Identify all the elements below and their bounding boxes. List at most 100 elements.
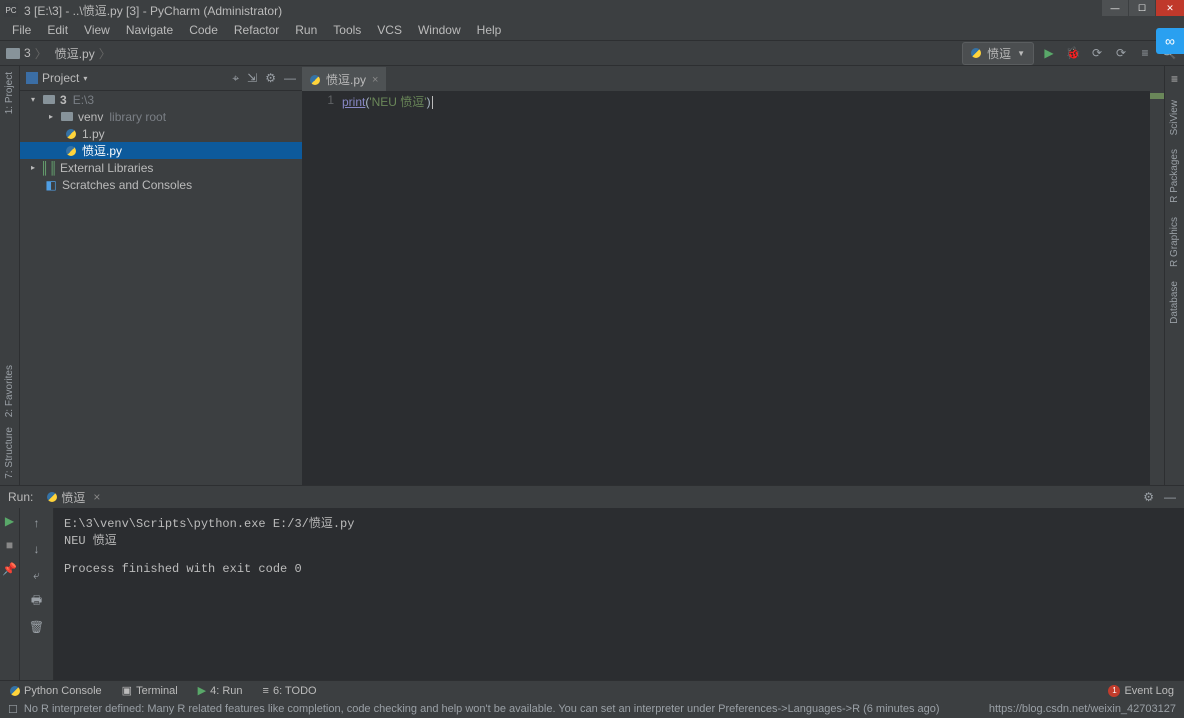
folder-icon — [43, 95, 55, 104]
print-icon[interactable]: 🖶 — [27, 592, 47, 610]
tab-run[interactable]: ▶ 4: Run — [198, 684, 243, 697]
run-left-gutter: ▶ ■ 📌 — [0, 508, 20, 680]
run-config-select[interactable]: 愤逗 ▼ — [962, 42, 1034, 65]
rerun-button[interactable]: ▶ — [5, 514, 14, 528]
db-icon[interactable]: ≡ — [1171, 72, 1178, 86]
stop-button[interactable]: ■ — [6, 538, 13, 552]
toolwin-favorites[interactable]: 2: Favorites — [4, 365, 15, 417]
tree-root[interactable]: ▾ 3 E:\3 — [20, 91, 302, 108]
project-title[interactable]: Project — [42, 71, 79, 85]
tab-label: Terminal — [136, 685, 178, 697]
line-number: 1 — [302, 93, 334, 107]
quick-access-icon[interactable]: ☐ — [8, 703, 18, 716]
tab-close-icon[interactable]: × — [372, 74, 378, 86]
run-header: Run: 愤逗 × ⚙ — — [0, 486, 1184, 508]
toolwin-rpkgs[interactable]: R Packages — [1169, 149, 1180, 203]
locate-icon[interactable]: ⌖ — [232, 71, 239, 86]
trash-icon[interactable]: 🗑 — [27, 618, 47, 636]
profile-button[interactable]: ⟳ — [1112, 44, 1130, 62]
menu-help[interactable]: Help — [471, 23, 508, 37]
editor-tabs: 愤逗.py × — [302, 66, 1164, 91]
toolwin-structure[interactable]: 7: Structure — [4, 427, 15, 479]
breadcrumb-root[interactable]: 3 — [24, 46, 31, 60]
tab-close-icon[interactable]: × — [93, 490, 100, 504]
project-dropdown-icon[interactable] — [26, 72, 38, 84]
toolwin-project[interactable]: 1: Project — [4, 72, 15, 114]
menu-refactor[interactable]: Refactor — [228, 23, 285, 37]
tree-external-libs[interactable]: ▸ ║║ External Libraries — [20, 159, 302, 176]
menu-run[interactable]: Run — [289, 23, 323, 37]
expand-arrow-icon[interactable]: ▾ — [28, 95, 38, 105]
event-log[interactable]: 1 Event Log — [1108, 685, 1174, 697]
debug-button[interactable]: 🐞 — [1064, 44, 1082, 62]
run-tab[interactable]: 愤逗 × — [47, 489, 100, 506]
gear-icon[interactable]: ⚙ — [1143, 490, 1154, 504]
breadcrumb-file[interactable]: 愤逗.py — [55, 45, 95, 62]
menu-window[interactable]: Window — [412, 23, 467, 37]
todo-icon: ≡ — [263, 685, 269, 697]
tree-scratches[interactable]: ◧ Scratches and Consoles — [20, 176, 302, 193]
tab-label: 愤逗.py — [326, 71, 366, 88]
libraries-icon: ║║ — [42, 162, 56, 174]
status-bar: ☐ No R interpreter defined: Many R relat… — [0, 700, 1184, 718]
menu-edit[interactable]: Edit — [41, 23, 74, 37]
tree-item-label: Scratches and Consoles — [62, 178, 192, 192]
hide-icon[interactable]: — — [1164, 490, 1176, 504]
run-output[interactable]: E:\3\venv\Scripts\python.exe E:/3/愤逗.py … — [54, 508, 1184, 680]
tree-item-label: 愤逗.py — [82, 142, 122, 159]
editor-tab[interactable]: 愤逗.py × — [302, 67, 386, 91]
folder-icon — [6, 48, 20, 59]
collapsed-arrow-icon[interactable]: ▸ — [28, 163, 38, 173]
hide-icon[interactable]: — — [284, 71, 296, 86]
collapse-icon[interactable]: ⇲ — [247, 71, 257, 86]
tab-label: Event Log — [1124, 685, 1174, 697]
external-float-icon[interactable]: ∞ — [1156, 28, 1184, 54]
tab-todo[interactable]: ≡ 6: TODO — [263, 685, 317, 697]
tab-terminal[interactable]: ▣ Terminal — [122, 684, 178, 697]
ok-marker-icon — [1150, 93, 1164, 99]
menu-view[interactable]: View — [78, 23, 116, 37]
editor[interactable]: 1 print('NEU 愤逗') — [302, 91, 1164, 485]
caret-icon — [432, 96, 433, 109]
close-button[interactable]: ✕ — [1156, 0, 1184, 16]
tree-item-label: External Libraries — [60, 161, 153, 175]
play-icon: ▶ — [198, 684, 206, 697]
attach-button[interactable]: ≡ — [1136, 44, 1154, 62]
menu-vcs[interactable]: VCS — [371, 23, 408, 37]
watermark: https://blog.csdn.net/weixin_42703127 — [989, 703, 1176, 715]
run-config-label: 愤逗 — [987, 45, 1011, 62]
toolwin-database[interactable]: Database — [1169, 281, 1180, 324]
tab-python-console[interactable]: Python Console — [10, 685, 102, 697]
chevron-down-icon: ▼ — [1017, 49, 1025, 58]
toolwin-sciview[interactable]: SciView — [1169, 100, 1180, 135]
maximize-button[interactable]: ☐ — [1129, 0, 1155, 16]
tree-root-path: E:\3 — [73, 93, 94, 107]
code-token-paren: ) — [427, 95, 431, 109]
code-content[interactable]: print('NEU 愤逗') — [342, 91, 1150, 485]
collapsed-arrow-icon[interactable]: ▸ — [46, 112, 56, 122]
run-coverage-button[interactable]: ⟳ — [1088, 44, 1106, 62]
tree-file-current[interactable]: 愤逗.py — [20, 142, 302, 159]
gear-icon[interactable]: ⚙ — [265, 71, 276, 86]
tree-file-1py[interactable]: 1.py — [20, 125, 302, 142]
project-tree: ▾ 3 E:\3 ▸ venv library root 1.py 愤逗.py … — [20, 91, 302, 485]
run-button[interactable]: ▶ — [1040, 44, 1058, 62]
menu-navigate[interactable]: Navigate — [120, 23, 179, 37]
tree-venv[interactable]: ▸ venv library root — [20, 108, 302, 125]
pin-icon[interactable]: 📌 — [2, 562, 17, 576]
menu-file[interactable]: File — [6, 23, 37, 37]
softwrap-icon[interactable]: ⤶ — [27, 566, 47, 584]
pycharm-logo-icon: PC — [4, 3, 18, 17]
up-icon[interactable]: ↑ — [27, 514, 47, 532]
tab-label: 6: TODO — [273, 685, 317, 697]
right-tool-strip: ≡ SciView R Packages R Graphics Database — [1164, 66, 1184, 485]
chevron-down-icon[interactable]: ▾ — [83, 74, 87, 83]
python-icon — [310, 75, 320, 85]
folder-icon — [61, 112, 73, 121]
menu-bar: File Edit View Navigate Code Refactor Ru… — [0, 20, 1184, 40]
minimize-button[interactable]: — — [1102, 0, 1128, 16]
toolwin-rgraphics[interactable]: R Graphics — [1169, 217, 1180, 267]
menu-tools[interactable]: Tools — [327, 23, 367, 37]
menu-code[interactable]: Code — [183, 23, 224, 37]
down-icon[interactable]: ↓ — [27, 540, 47, 558]
